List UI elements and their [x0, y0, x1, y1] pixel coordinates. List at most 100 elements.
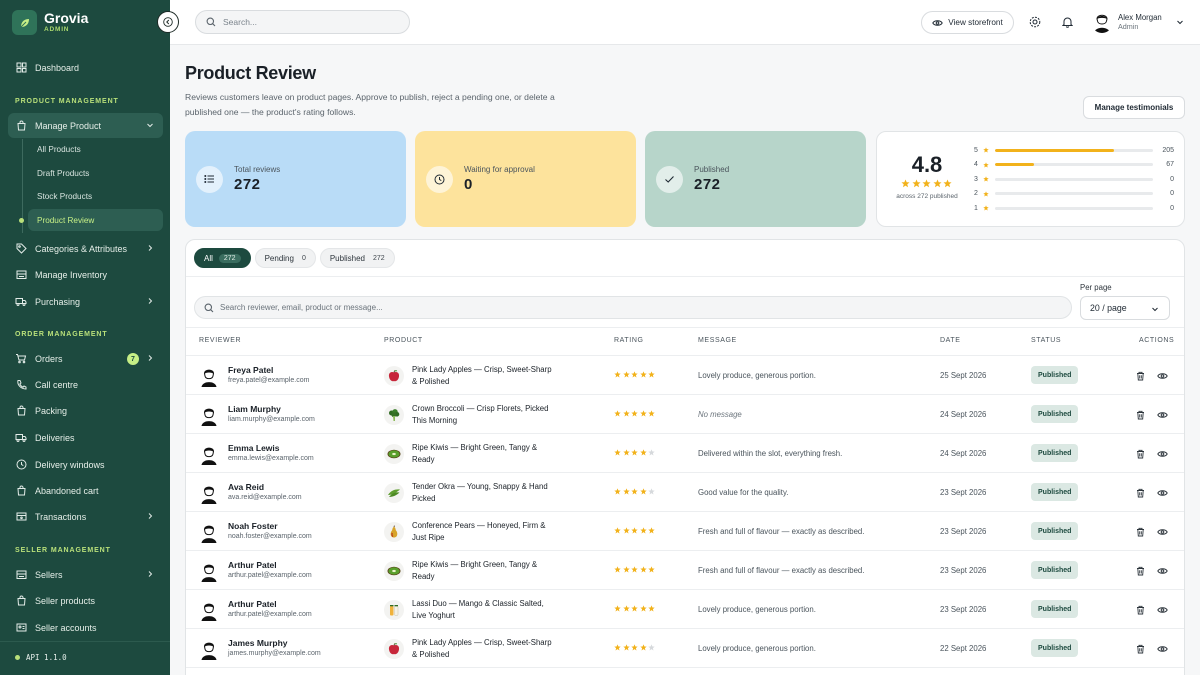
tab-all[interactable]: All 272 [194, 248, 251, 268]
delete-trash-icon[interactable] [1135, 604, 1146, 615]
delete-trash-icon[interactable] [1135, 487, 1146, 498]
table-row[interactable]: Emma Lewis emma.lewis@example.com Ripe K… [186, 434, 1184, 473]
sidebar-item-manage-product[interactable]: Manage Product [8, 113, 163, 138]
rating-stars [614, 371, 655, 378]
view-eye-icon[interactable] [1157, 370, 1168, 381]
sidebar-subitem-product-review[interactable]: Product Review [28, 209, 163, 231]
delete-trash-icon[interactable] [1135, 565, 1146, 576]
delete-trash-icon[interactable] [1135, 448, 1146, 459]
tab-pending[interactable]: Pending 0 [254, 248, 316, 268]
sidebar-subitem-draft-products[interactable]: Draft Products [28, 162, 163, 184]
sidebar-item-label: Orders [35, 353, 63, 364]
view-eye-icon[interactable] [1157, 487, 1168, 498]
view-eye-icon[interactable] [1157, 565, 1168, 576]
pear-icon [384, 522, 404, 542]
apple-icon [384, 366, 404, 386]
sidebar-item-dashboard[interactable]: Dashboard [8, 55, 163, 80]
tab-published[interactable]: Published 272 [319, 248, 395, 268]
product-name[interactable]: Crown Broccoli — Crisp Florets, Picked T… [412, 403, 557, 426]
table-row[interactable]: Ava Reid ava.reid@example.com Tender Okr… [186, 473, 1184, 512]
sidebar-subitem-all-products[interactable]: All Products [28, 138, 163, 160]
app-subtitle: ADMIN [44, 26, 70, 34]
product-name[interactable]: Ripe Kiwis — Bright Green, Tangy & Ready [412, 442, 557, 465]
brand[interactable]: Grovia ADMIN [12, 10, 88, 35]
star-count: 205 [1162, 146, 1174, 154]
sidebar-item-label: Seller products [35, 595, 96, 606]
sidebar-item-deliveries[interactable]: Deliveries [8, 425, 163, 450]
sidebar-item-transactions[interactable]: Transactions [8, 504, 163, 529]
reviewer-name: Arthur Patel [228, 599, 277, 609]
delete-trash-icon[interactable] [1135, 643, 1146, 654]
sidebar-item-packing[interactable]: Packing [8, 398, 163, 423]
sidebar-item-purchasing[interactable]: Purchasing [8, 289, 163, 314]
star-count: 0 [1170, 190, 1174, 197]
product-name[interactable]: Pink Lady Apples — Crisp, Sweet-Sharp & … [412, 364, 557, 387]
table-row[interactable]: James Murphy james.murphy@example.com Pi… [186, 629, 1184, 668]
header-date[interactable]: DATE [940, 337, 961, 344]
star-icon [631, 410, 638, 417]
sidebar-item-sellers[interactable]: Sellers [8, 562, 163, 587]
sidebar-item-seller-accounts[interactable]: Seller accounts [8, 615, 163, 640]
rating-distribution-row: 1 0 [974, 203, 1174, 213]
sidebar-subitem-stock-products[interactable]: Stock Products [28, 185, 163, 207]
star-count: 0 [1170, 204, 1174, 212]
collapse-sidebar-button[interactable] [157, 11, 179, 33]
product-name[interactable]: Pink Lady Apples — Crisp, Sweet-Sharp & … [412, 637, 557, 660]
bell-icon[interactable] [1060, 15, 1074, 29]
user-menu[interactable]: Alex Morgan Admin [1091, 11, 1184, 33]
reviews-table-card: All 272 Pending 0 Published 272 Per page Se… [185, 239, 1185, 675]
product-name[interactable]: Tender Okra — Young, Snappy & Hand Picke… [412, 481, 557, 504]
sidebar-item-call-centre[interactable]: Call centre [8, 372, 163, 397]
sidebar-item-inventory[interactable]: Manage Inventory [8, 262, 163, 287]
avatar [1091, 11, 1113, 33]
truck-icon [15, 432, 27, 444]
header-reviewer[interactable]: REVIEWER [199, 337, 241, 344]
apple-icon [384, 639, 404, 659]
star-icon [639, 644, 647, 651]
review-date: 23 Sept 2026 [940, 527, 987, 536]
stat-label: Published [694, 165, 730, 174]
list-icon [196, 165, 223, 193]
settings-gear-icon[interactable] [1028, 15, 1042, 29]
view-storefront-label: View storefront [948, 18, 1003, 27]
product-name[interactable]: Ripe Kiwis — Bright Green, Tangy & Ready [412, 559, 557, 582]
stat-value: 272 [234, 176, 261, 193]
star-icon [983, 205, 995, 211]
global-search-input[interactable]: Search... [195, 10, 410, 34]
header-status[interactable]: STATUS [1031, 337, 1061, 344]
header-message[interactable]: MESSAGE [698, 337, 737, 344]
chevron-right-icon [146, 244, 154, 254]
view-eye-icon[interactable] [1157, 526, 1168, 537]
per-page-select[interactable]: 20 / page [1080, 296, 1170, 320]
header-rating[interactable]: RATING [614, 337, 644, 344]
delete-trash-icon[interactable] [1135, 370, 1146, 381]
table-row[interactable]: Arthur Patel arthur.patel@example.com Ri… [186, 551, 1184, 590]
sidebar-item-categories[interactable]: Categories & Attributes [8, 236, 163, 261]
table-search-input[interactable]: Search reviewer, email, product or messa… [194, 296, 1072, 319]
table-row[interactable]: Noah Foster noah.foster@example.com Conf… [186, 512, 1184, 551]
table-row[interactable]: Liam Murphy liam.murphy@example.com Crow… [186, 395, 1184, 434]
view-eye-icon[interactable] [1157, 643, 1168, 654]
view-eye-icon[interactable] [1157, 409, 1168, 420]
table-row[interactable]: Freya Patel freya.patel@example.com Pink… [186, 356, 1184, 395]
header-product[interactable]: PRODUCT [384, 337, 423, 344]
star-icon [639, 566, 647, 573]
product-name[interactable]: Conference Pears — Honeyed, Firm & Just … [412, 520, 557, 543]
chevron-right-icon [146, 297, 154, 307]
sidebar-item-seller-products[interactable]: Seller products [8, 588, 163, 613]
product-name[interactable]: Lassi Duo — Mango & Classic Salted, Live… [412, 598, 557, 621]
kiwi-icon [384, 444, 404, 464]
status-badge: Published [1031, 405, 1079, 423]
manage-testimonials-button[interactable]: Manage testimonials [1083, 96, 1185, 119]
sidebar-item-abandoned-cart[interactable]: Abandoned cart [8, 478, 163, 503]
star-icon [943, 179, 952, 188]
sidebar-item-orders[interactable]: Orders 7 [8, 346, 163, 371]
view-eye-icon[interactable] [1157, 604, 1168, 615]
view-storefront-button[interactable]: View storefront [921, 11, 1014, 34]
table-row[interactable]: Arthur Patel arthur.patel@example.com La… [186, 590, 1184, 629]
sidebar-item-delivery-windows[interactable]: Delivery windows [8, 452, 163, 477]
view-eye-icon[interactable] [1157, 448, 1168, 459]
sidebar: Grovia ADMIN Dashboard PRODUCT MANAGEMEN… [0, 0, 170, 675]
delete-trash-icon[interactable] [1135, 409, 1146, 420]
delete-trash-icon[interactable] [1135, 526, 1146, 537]
